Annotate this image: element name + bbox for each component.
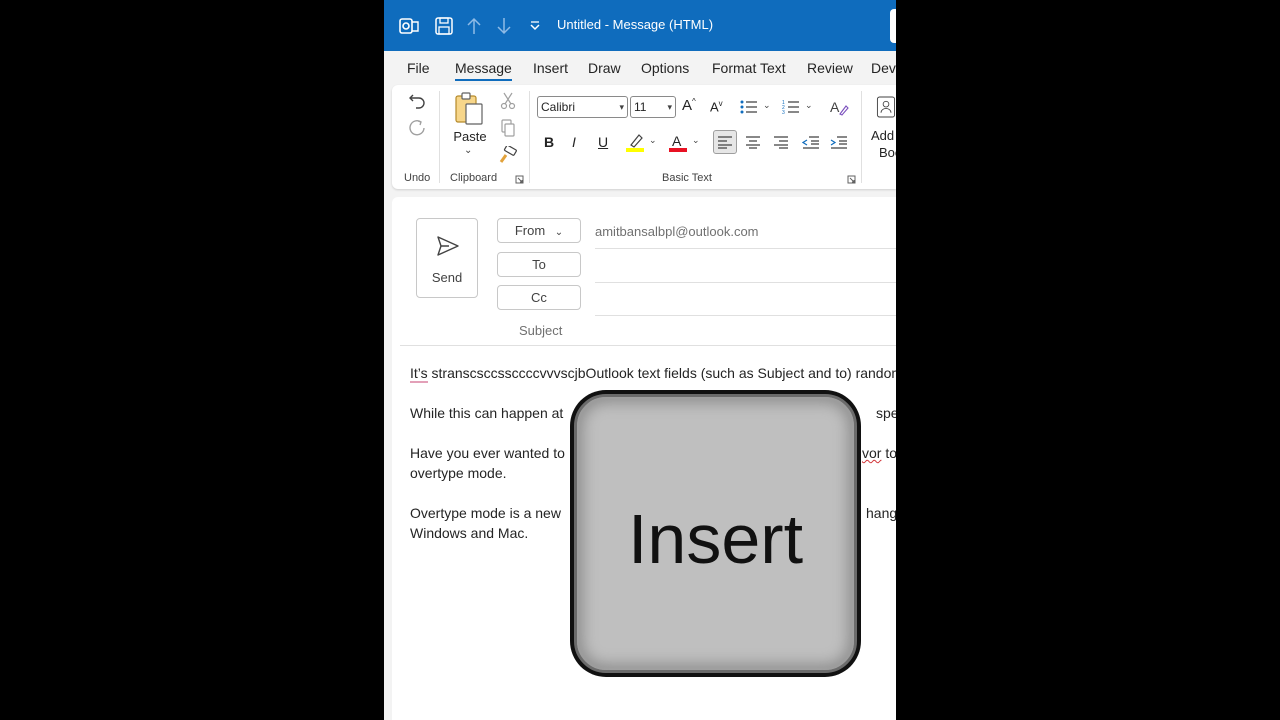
customize-quick-access-icon[interactable] <box>524 15 546 37</box>
previous-item-icon[interactable] <box>463 15 485 37</box>
chevron-down-icon: ▾ <box>619 102 624 112</box>
highlight-dropdown-icon[interactable]: ⌄ <box>649 135 657 146</box>
font-color-dropdown-icon[interactable]: ⌄ <box>692 135 700 146</box>
account-button-edge[interactable] <box>890 9 896 43</box>
send-button[interactable]: Send <box>416 218 478 298</box>
format-painter-icon[interactable] <box>497 144 519 166</box>
font-size-combo[interactable]: 11 ▾ <box>630 96 676 118</box>
paste-dropdown-icon[interactable]: ⌄ <box>464 145 472 156</box>
tab-developer[interactable]: Deve <box>871 60 896 76</box>
svg-text:3: 3 <box>782 110 785 115</box>
address-book-label-line2[interactable]: Boo <box>879 145 896 160</box>
body-p3-end-word: vor <box>862 445 882 461</box>
to-field[interactable] <box>595 252 896 282</box>
align-center-icon[interactable] <box>742 131 764 153</box>
from-address: amitbansalbpl@outlook.com <box>595 224 759 239</box>
redo-icon[interactable] <box>406 117 428 139</box>
next-item-icon[interactable] <box>493 15 515 37</box>
font-name-combo[interactable]: Calibri ▾ <box>537 96 628 118</box>
shrink-font-icon[interactable]: Av <box>710 99 723 114</box>
send-icon <box>436 235 460 262</box>
svg-text:A: A <box>672 133 682 149</box>
send-label: Send <box>431 270 463 285</box>
address-book-label-line1[interactable]: Add <box>871 128 896 143</box>
tab-insert[interactable]: Insert <box>533 60 568 76</box>
insert-key-label: Insert <box>627 499 804 578</box>
undo-icon[interactable] <box>406 89 428 111</box>
bold-button[interactable]: B <box>544 134 554 150</box>
divider <box>595 248 896 249</box>
copy-icon[interactable] <box>497 117 519 139</box>
subject-field[interactable] <box>595 319 896 343</box>
group-separator <box>439 91 440 183</box>
clipboard-launcher-icon[interactable] <box>514 174 524 184</box>
from-label: From <box>514 223 546 238</box>
clipboard-group-label: Clipboard <box>450 172 498 184</box>
body-p3-end-rest: to <box>881 445 896 461</box>
decrease-indent-icon[interactable] <box>800 131 822 153</box>
insert-key-face: Insert <box>574 394 857 673</box>
tab-message[interactable]: Message <box>455 60 512 81</box>
underline-button[interactable]: U <box>598 134 608 150</box>
tab-file[interactable]: File <box>407 60 430 76</box>
paste-icon[interactable] <box>452 91 486 127</box>
chevron-down-icon: ⌄ <box>554 227 564 238</box>
window-title: Untitled - Message (HTML) <box>557 17 714 32</box>
ribbon-tabs: File Message Insert Draw Options Format … <box>384 51 896 85</box>
font-color-icon[interactable]: A <box>667 131 689 153</box>
styles-icon[interactable]: A <box>828 97 850 117</box>
highlight-icon[interactable] <box>624 131 646 153</box>
chevron-down-icon: ▾ <box>667 102 672 112</box>
body-p1-rest: stranscsccssccccvvvscjbOutlook text fiel… <box>427 365 896 381</box>
tab-options[interactable]: Options <box>641 60 689 76</box>
tab-format-text[interactable]: Format Text <box>712 60 786 76</box>
group-separator <box>529 91 530 183</box>
from-button[interactable]: From ⌄ <box>497 218 581 243</box>
body-p4-end: hange <box>866 505 896 521</box>
divider <box>595 282 896 283</box>
undo-group-label: Undo <box>404 172 431 184</box>
save-icon[interactable] <box>433 15 455 37</box>
address-book-icon[interactable] <box>876 91 896 123</box>
subject-label: Subject <box>519 323 563 338</box>
tab-review[interactable]: Review <box>807 60 853 76</box>
italic-button[interactable]: I <box>572 134 576 150</box>
body-p4-start: Overtype mode is a new <box>410 505 561 521</box>
font-name-value: Calibri <box>541 100 576 114</box>
body-p2: While this can happen at <box>410 405 564 421</box>
basic-text-launcher-icon[interactable] <box>846 174 856 184</box>
bullets-icon[interactable] <box>738 97 760 117</box>
body-p3-start: Have you ever wanted to <box>410 445 565 461</box>
basic-text-group-label: Basic Text <box>662 172 712 184</box>
grow-font-icon[interactable]: A^ <box>682 97 696 114</box>
bullets-dropdown-icon[interactable]: ⌄ <box>763 100 771 111</box>
svg-text:A: A <box>830 99 840 115</box>
numbering-icon[interactable]: 123 <box>780 97 802 117</box>
body-p3-line2: overtype mode. <box>410 465 507 481</box>
body-p4-line2: Windows and Mac. <box>410 525 529 541</box>
title-bar: Untitled - Message (HTML) <box>384 0 896 51</box>
group-separator <box>861 91 862 183</box>
to-button[interactable]: To <box>497 252 581 277</box>
font-size-value: 11 <box>634 100 647 114</box>
body-p2-end: speci <box>876 405 896 421</box>
increase-indent-icon[interactable] <box>828 131 850 153</box>
tab-draw[interactable]: Draw <box>588 60 621 76</box>
body-p1-prefix: It’s <box>410 365 428 383</box>
outlook-icon <box>398 15 420 37</box>
ribbon: Undo Paste ⌄ Clipboard Calibri ▾ 11 ▾ A^… <box>392 85 896 189</box>
align-left-button[interactable] <box>713 130 737 154</box>
cc-field[interactable] <box>595 285 896 315</box>
cc-button[interactable]: Cc <box>497 285 581 310</box>
numbering-dropdown-icon[interactable]: ⌄ <box>805 100 813 111</box>
body-paragraph: It’s stranscsccssccccvvvscjbOutlook text… <box>410 363 896 383</box>
insert-key-overlay: Insert <box>570 390 861 677</box>
paste-label[interactable]: Paste <box>451 129 489 144</box>
divider <box>595 315 896 316</box>
cut-icon[interactable] <box>497 90 519 112</box>
align-right-icon[interactable] <box>770 131 792 153</box>
divider <box>400 345 896 346</box>
